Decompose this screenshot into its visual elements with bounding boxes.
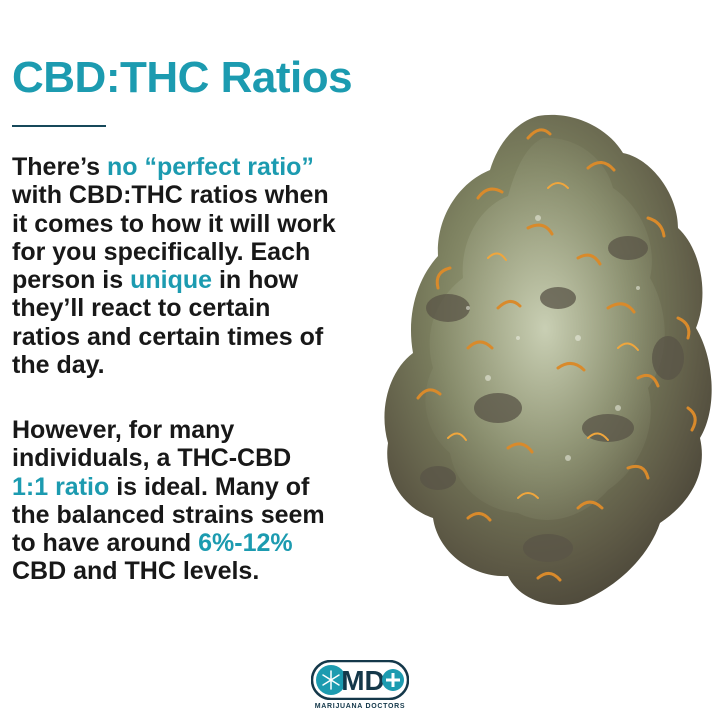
body-text: they’ll react to certain [12,294,271,323]
logo-letters: MD [341,665,385,696]
text-line: CBD and THC levels. [12,557,432,585]
paragraph-ratio: However, for many individuals, a THC-CBD 1… [12,416,432,586]
body-text: with CBD:THC ratios when [12,181,329,210]
text-line: ratios and certain times of [12,323,432,351]
highlighted-text: 6%-12% [198,529,293,558]
body-text: There’s [12,153,107,181]
text-line: 1:1 ratio is ideal. Many of [12,473,432,501]
text-line: to have around 6%-12% [12,529,432,557]
body-text: is ideal. Many of [109,472,310,501]
body-text: for you specifically. Each [12,237,311,266]
text-line: There’s no “perfect ratio” [12,153,432,181]
body-text: in how [212,266,299,295]
body-text: the balanced strains seem [12,500,325,529]
body-text: individuals, a THC-CBD [12,444,292,473]
text-line: individuals, a THC-CBD [12,444,432,472]
body-text: However, for many [12,416,235,444]
highlighted-text: unique [130,266,213,295]
title-underline [12,125,106,127]
text-line: with CBD:THC ratios when [12,181,432,209]
highlighted-text: no “perfect ratio” [106,153,314,181]
text-line: person is unique in how [12,266,432,294]
body-text: the day. [12,351,105,380]
marijuana-doctors-logo: MD MARIJUANA DOCTORS [300,660,420,715]
body-text: person is [12,266,131,295]
body-text: to have around [12,529,199,558]
text-line: the day. [12,351,432,379]
text-line: for you specifically. Each [12,238,432,266]
page-title: CBD:THC Ratios [12,53,353,102]
logo-name: MARIJUANA DOCTORS [314,703,406,710]
body-text: CBD and THC levels. [12,557,260,586]
body-text: ratios and certain times of [12,322,324,351]
text-line: it comes to how it will work [12,210,432,238]
logo-badge-icon: MD [311,660,409,700]
text-line: However, for many [12,416,432,444]
text-line: the balanced strains seem [12,501,432,529]
body-text: it comes to how it will work [12,209,336,238]
paragraph-intro: There’s no “perfect ratio” with CBD:THC r… [12,153,432,379]
highlighted-text: 1:1 ratio [12,472,110,501]
text-line: they’ll react to certain [12,294,432,322]
cannabis-bud-image [384,114,712,605]
